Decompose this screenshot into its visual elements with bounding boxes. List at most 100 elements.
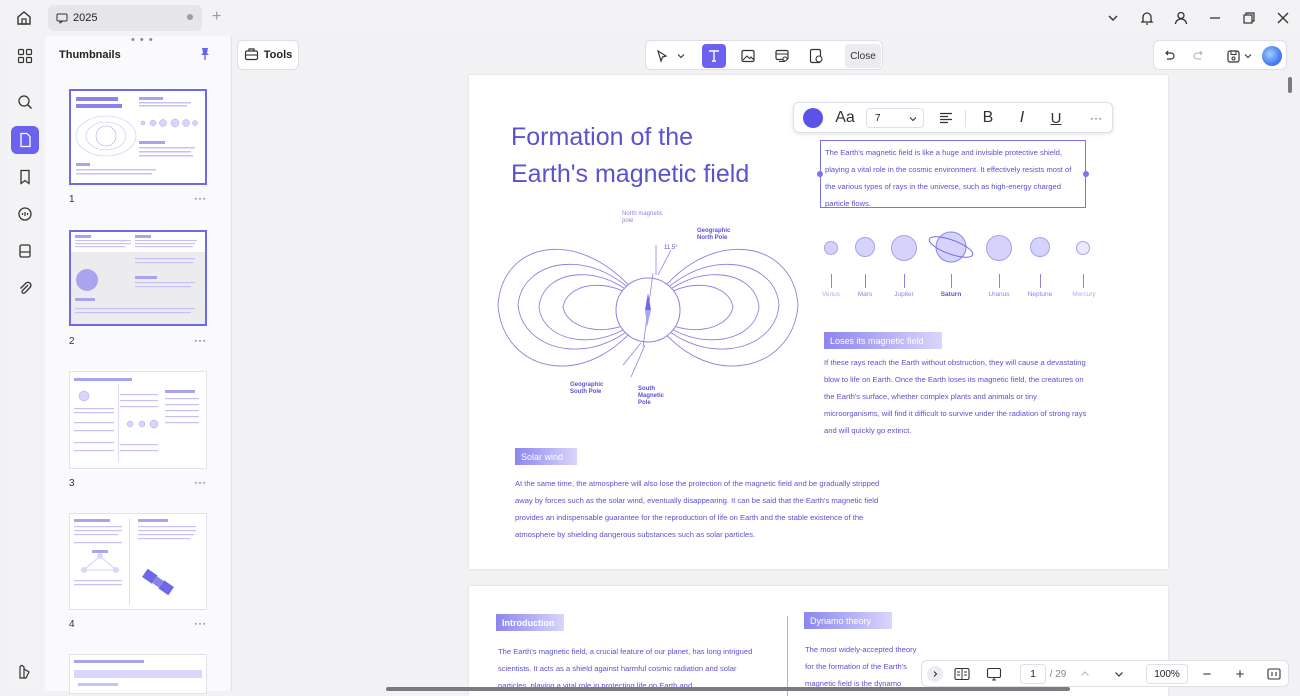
new-tab-icon[interactable]: + bbox=[212, 8, 221, 26]
thumbnail-page-1[interactable] bbox=[69, 89, 207, 185]
thumbnail-page-number: 4 bbox=[69, 619, 75, 630]
font-size-select[interactable]: 7 bbox=[866, 108, 924, 128]
presentation-icon[interactable] bbox=[984, 664, 1004, 684]
panel-resize-handle[interactable]: • • • bbox=[131, 34, 154, 46]
expand-nav-icon[interactable] bbox=[927, 666, 943, 682]
image-tool-icon[interactable] bbox=[736, 44, 760, 68]
chevron-down-icon[interactable] bbox=[1096, 0, 1130, 36]
south-magnetic-pole-label: South Magnetic Pole bbox=[638, 386, 665, 406]
thumbnail-page-2[interactable] bbox=[69, 230, 207, 326]
link-tool-icon[interactable] bbox=[770, 44, 794, 68]
home-icon[interactable] bbox=[0, 0, 48, 36]
thumbnail-page-3[interactable] bbox=[69, 371, 207, 469]
document-tab[interactable]: 2025 bbox=[48, 5, 202, 31]
previous-page-icon[interactable] bbox=[1076, 664, 1094, 684]
search-icon[interactable] bbox=[11, 88, 39, 116]
toolbox-icon bbox=[244, 47, 259, 64]
title-bar: 2025 + bbox=[0, 0, 1300, 36]
resize-handle-right[interactable] bbox=[1083, 171, 1089, 177]
thumbnails-panel: • • • Thumbnails 1 ··· 2 ··· 3 ··· 4 ··· bbox=[45, 34, 230, 694]
thumbnail-more-icon[interactable]: ··· bbox=[194, 475, 206, 489]
tools-button[interactable]: Tools bbox=[237, 40, 299, 70]
minimize-icon[interactable] bbox=[1198, 0, 1232, 36]
font-family-icon[interactable]: Aa bbox=[832, 107, 858, 129]
planet-tick bbox=[1040, 274, 1041, 288]
close-icon[interactable] bbox=[1266, 0, 1300, 36]
more-options-icon[interactable]: ··· bbox=[1086, 107, 1106, 129]
planet-tick bbox=[1083, 274, 1084, 288]
planet-label-saturn: Saturn bbox=[940, 291, 962, 298]
thumbnails-icon[interactable] bbox=[11, 126, 39, 154]
page-navigation-bar: 1 / 29 100% − + bbox=[921, 660, 1289, 687]
next-page-icon[interactable] bbox=[1110, 664, 1128, 684]
save-chevron-icon[interactable] bbox=[1242, 45, 1254, 67]
italic-icon[interactable]: I bbox=[1011, 107, 1033, 129]
bell-icon[interactable] bbox=[1130, 0, 1164, 36]
bold-icon[interactable]: B bbox=[977, 107, 999, 129]
introduction-heading: Introduction bbox=[496, 614, 564, 631]
text-color-swatch bbox=[803, 108, 823, 128]
thumbnails-title: Thumbnails bbox=[59, 49, 121, 61]
zoom-level[interactable]: 100% bbox=[1146, 664, 1188, 684]
apps-icon[interactable] bbox=[11, 42, 39, 70]
loses-magnetic-field-heading: Loses its magnetic field bbox=[824, 332, 942, 349]
stamp-icon[interactable] bbox=[11, 237, 39, 265]
page-layout-icon[interactable] bbox=[952, 664, 972, 684]
zoom-out-icon[interactable]: − bbox=[1198, 664, 1216, 684]
pin-icon[interactable] bbox=[198, 47, 212, 66]
thumbnail-more-icon[interactable]: ··· bbox=[194, 333, 206, 347]
vertical-scrollbar[interactable] bbox=[1288, 77, 1292, 93]
comment-icon[interactable] bbox=[11, 200, 39, 228]
underline-icon[interactable]: U bbox=[1045, 107, 1067, 129]
thumbnail-page-4[interactable] bbox=[69, 513, 207, 610]
thumbnail-page-number: 3 bbox=[69, 478, 75, 489]
document-page-1: Formation of the Earth's magnetic field … bbox=[469, 75, 1168, 569]
tilt-angle-label: 11.5° bbox=[664, 245, 678, 251]
watermark-tool-icon[interactable] bbox=[804, 44, 828, 68]
north-magnetic-pole-label: North magnetic pole bbox=[622, 211, 663, 224]
document-title-line-2: Earth's magnetic field bbox=[511, 160, 750, 188]
current-page-input[interactable]: 1 bbox=[1020, 664, 1046, 684]
thumbnail-page-5[interactable] bbox=[69, 654, 207, 694]
planet-neptune bbox=[1030, 237, 1050, 257]
selected-text-box[interactable]: The Earth's magnetic field is like a hug… bbox=[817, 140, 1089, 208]
text-color-button[interactable] bbox=[802, 107, 824, 129]
tools-label: Tools bbox=[263, 49, 293, 61]
planet-label-mercury: Mercury bbox=[1072, 291, 1096, 298]
ai-assistant-icon[interactable] bbox=[1262, 46, 1282, 66]
horizontal-scrollbar[interactable] bbox=[386, 687, 1070, 691]
tab-close-icon[interactable] bbox=[187, 14, 193, 20]
thumbnail-more-icon[interactable]: ··· bbox=[194, 616, 206, 630]
thumbnail-more-icon[interactable]: ··· bbox=[194, 191, 206, 205]
planet-tick bbox=[904, 274, 905, 288]
align-icon[interactable] bbox=[936, 107, 956, 129]
geographic-north-pole-label: Geographic North Pole bbox=[697, 228, 731, 241]
document-tab-icon bbox=[56, 12, 68, 24]
select-tool-icon[interactable] bbox=[650, 44, 674, 68]
geographic-south-pole-label: Geographic South Pole bbox=[570, 382, 604, 395]
total-pages: / 29 bbox=[1049, 668, 1067, 680]
planet-tick bbox=[951, 274, 952, 288]
fit-page-icon[interactable] bbox=[1265, 664, 1283, 684]
format-divider bbox=[965, 110, 966, 127]
close-edit-button[interactable]: Close bbox=[845, 44, 881, 68]
font-size-chevron-icon bbox=[909, 117, 917, 122]
theme-icon[interactable] bbox=[11, 658, 39, 686]
save-icon[interactable] bbox=[1222, 45, 1244, 67]
undo-icon[interactable] bbox=[1158, 45, 1180, 67]
text-tool-icon[interactable] bbox=[702, 44, 726, 68]
selected-text[interactable]: The Earth's magnetic field is like a hug… bbox=[825, 144, 1081, 212]
resize-handle-left[interactable] bbox=[817, 171, 823, 177]
attachment-icon[interactable] bbox=[11, 274, 39, 302]
select-tool-chevron-icon[interactable] bbox=[674, 44, 688, 68]
bookmark-icon[interactable] bbox=[11, 163, 39, 191]
user-icon[interactable] bbox=[1164, 0, 1198, 36]
dynamo-theory-heading: Dynamo theory bbox=[804, 612, 892, 629]
redo-icon[interactable] bbox=[1188, 45, 1210, 67]
planet-tick bbox=[999, 274, 1000, 288]
zoom-in-icon[interactable]: + bbox=[1231, 664, 1249, 684]
thumbnail-page-number: 1 bbox=[69, 194, 75, 205]
left-rail bbox=[5, 36, 45, 691]
restore-icon[interactable] bbox=[1232, 0, 1266, 36]
font-size-value: 7 bbox=[875, 112, 881, 124]
